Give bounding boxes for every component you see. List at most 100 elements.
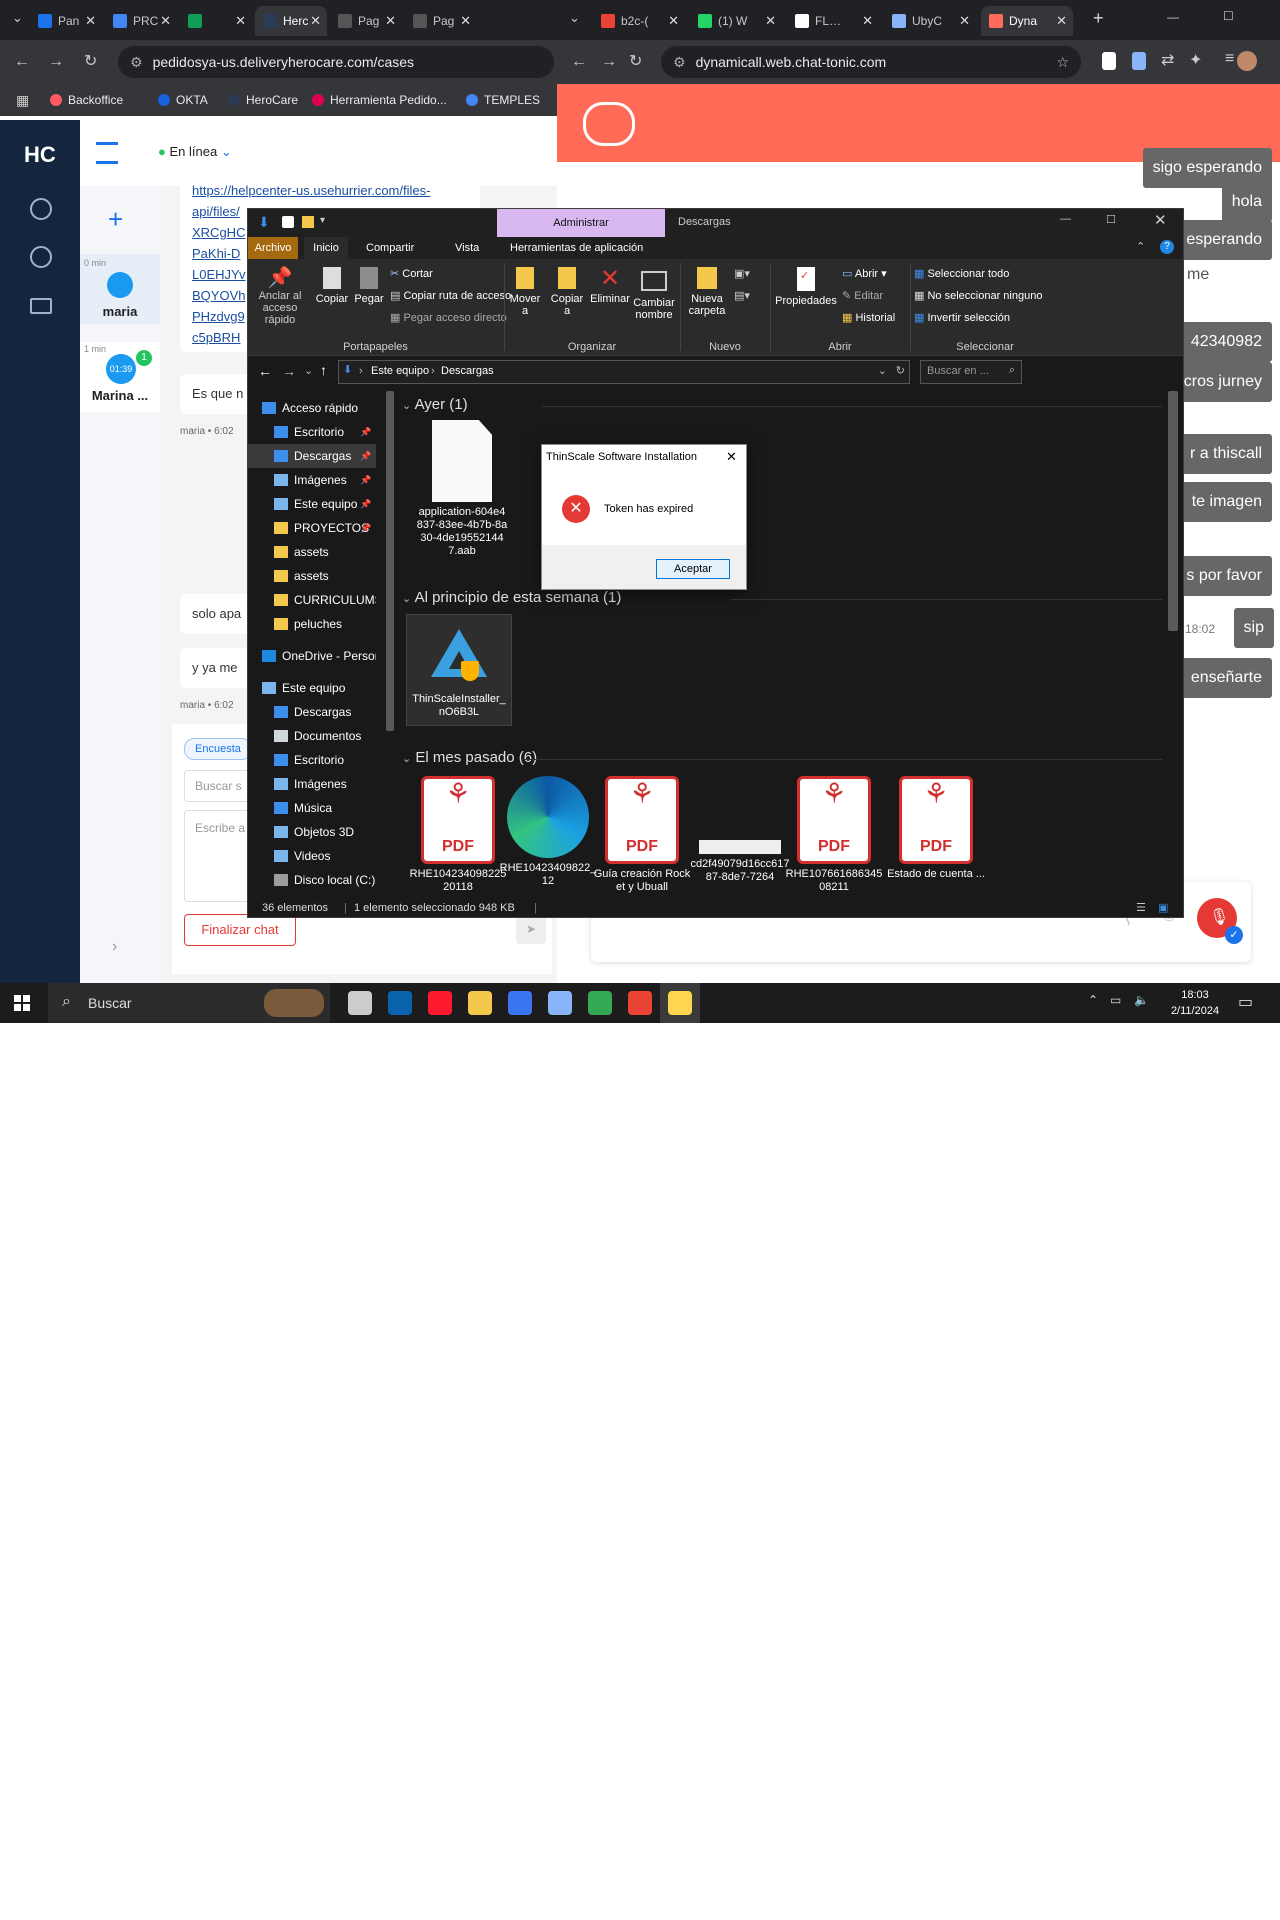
close-tab-icon[interactable]: ✕ — [310, 6, 321, 36]
taskbar-app-opera[interactable] — [420, 983, 460, 1023]
bookmark-item[interactable]: OKTA — [158, 84, 208, 116]
agent-status[interactable]: ● En línea ⌄ — [158, 144, 232, 160]
tab-inicio[interactable]: Inicio — [304, 237, 348, 259]
browser-tab[interactable]: (1) W ✕ — [690, 6, 782, 36]
site-info-icon[interactable]: ⚙ — [130, 54, 143, 70]
taskbar-app-thinscale[interactable] — [660, 983, 700, 1023]
explorer-address-bar[interactable]: ⬇ › Este equipo › Descargas ⌄ ↻ — [338, 360, 910, 384]
chevron-down-icon[interactable]: ⌄ — [878, 364, 887, 377]
explorer-search-box[interactable]: Buscar en ... ⌕ — [920, 360, 1022, 384]
taskbar-app-notepad[interactable] — [540, 983, 580, 1023]
group-header-this-week[interactable]: ⌄ Al principio de esta semana (1) — [402, 589, 621, 606]
nav-item[interactable]: CURRICULUMS — [248, 588, 376, 612]
expand-chevron-icon[interactable]: › — [112, 938, 117, 956]
taskbar-app-chrome-2[interactable] — [620, 983, 660, 1023]
file-item[interactable]: ⚘ PDF RHE10423409822520118 — [406, 776, 510, 896]
nav-item[interactable]: Escritorio — [248, 748, 376, 772]
file-item[interactable]: cd2f49079d16cc61787-8de7-7264 — [688, 776, 792, 896]
move-to-button[interactable]: Mover a — [508, 265, 542, 317]
breadcrumb-este-equipo[interactable]: Este equipo — [371, 365, 429, 377]
content-scrollbar[interactable] — [1168, 391, 1178, 631]
nav-item[interactable]: Videos — [248, 844, 376, 868]
new-item-icon[interactable]: ▣▾ — [734, 267, 750, 280]
select-all-button[interactable]: ▦ Seleccionar todo — [914, 267, 1009, 280]
send-icon[interactable]: ➤ — [516, 914, 546, 944]
back-button[interactable]: ← — [571, 40, 587, 84]
close-tab-icon[interactable]: ✕ — [862, 6, 873, 36]
back-button[interactable]: ← — [14, 40, 30, 84]
browser-tab[interactable]: Pag ✕ — [405, 6, 477, 36]
manage-context-tab[interactable]: Administrar — [497, 209, 665, 237]
nav-item[interactable]: Imágenes 📌 — [248, 468, 376, 492]
taskbar-app-file-explorer[interactable] — [460, 983, 500, 1023]
taskbar-clock[interactable]: 18:03 2/11/2024 — [1160, 987, 1230, 1019]
copy-path-button[interactable]: ▤ Copiar ruta de acceso — [390, 289, 511, 302]
tab-vista[interactable]: Vista — [455, 237, 479, 259]
bookmark-item[interactable]: Herramienta Pedido... — [312, 84, 447, 116]
link-line[interactable]: https://helpcenter-us.usehurrier.com/fil… — [192, 180, 468, 201]
up-button[interactable]: ↑ — [320, 362, 327, 378]
reload-button[interactable]: ↻ — [84, 40, 97, 84]
tab-compartir[interactable]: Compartir — [366, 237, 414, 259]
tab-search-button[interactable]: ⌄ — [12, 10, 23, 26]
conversation-item-marina[interactable]: 1 min 01:39 1 Marina ... — [80, 342, 160, 412]
bookmark-item[interactable]: Backoffice — [50, 84, 123, 116]
close-tab-icon[interactable]: ✕ — [85, 6, 96, 36]
media-icon[interactable]: ≡ — [1225, 50, 1234, 68]
close-tab-icon[interactable]: ✕ — [959, 6, 970, 36]
copy-button[interactable]: Copiar — [312, 265, 352, 305]
close-tab-icon[interactable]: ✕ — [668, 6, 679, 36]
windows-start-icon[interactable] — [14, 995, 30, 1011]
file-item-selected[interactable]: ThinScaleInstaller_nO6B3L — [406, 614, 512, 726]
file-item[interactable]: application-604e4837-83ee-4b7b-8a30-4de1… — [410, 420, 514, 558]
new-folder-button[interactable]: Nueva carpeta — [684, 265, 730, 317]
close-tab-icon[interactable]: ✕ — [460, 6, 471, 36]
folder-icon[interactable] — [30, 298, 52, 314]
nav-item[interactable]: Música — [248, 796, 376, 820]
minimize-icon[interactable]: — — [1060, 213, 1071, 225]
cut-button[interactable]: ✂ Cortar — [390, 267, 433, 280]
copy-to-button[interactable]: Copiar a — [548, 265, 586, 317]
browser-tab[interactable]: Pan ✕ — [30, 6, 102, 36]
paste-button[interactable]: Pegar — [352, 265, 386, 305]
file-item[interactable]: RHE10423409822_12 — [496, 776, 600, 896]
tab-search-button[interactable]: ⌄ — [569, 10, 580, 26]
edit-button[interactable]: ✎ Editar — [842, 289, 883, 302]
easy-access-icon[interactable]: ▤▾ — [734, 289, 750, 302]
group-header-last-month[interactable]: ⌄ El mes pasado (6) — [402, 749, 537, 766]
quick-access-dropdown-icon[interactable]: ▾ — [320, 215, 325, 226]
browser-tab[interactable]: Dyna ✕ — [981, 6, 1073, 36]
file-item[interactable]: ⚘ PDF RHE10766168634508211 — [782, 776, 886, 896]
close-tab-icon[interactable]: ✕ — [1056, 6, 1067, 36]
taskbar-search-box[interactable]: ⌕ Buscar — [48, 983, 330, 1023]
rename-button[interactable]: Cambiar nombre — [632, 265, 676, 321]
collapse-ribbon-icon[interactable]: ⌃ — [1136, 240, 1145, 253]
forward-button[interactable]: → — [48, 40, 64, 84]
nav-item[interactable]: Descargas — [248, 700, 376, 724]
nav-item[interactable]: assets — [248, 540, 376, 564]
nav-item[interactable]: PROYECTOS 📌 — [248, 516, 376, 540]
close-tab-icon[interactable]: ✕ — [385, 6, 396, 36]
add-conversation-button[interactable]: + — [108, 204, 123, 235]
help-icon[interactable]: ? — [1160, 240, 1174, 254]
browser-tab[interactable]: Pag ✕ — [330, 6, 402, 36]
bookmark-star-icon[interactable]: ☆ — [1056, 46, 1069, 78]
open-button[interactable]: ▭ Abrir ▾ — [842, 267, 887, 280]
chat-icon[interactable] — [30, 246, 52, 268]
nav-item[interactable]: Documentos — [248, 724, 376, 748]
reload-button[interactable]: ↻ — [629, 40, 642, 84]
close-tab-icon[interactable]: ✕ — [235, 6, 246, 36]
taskbar-app-chrome[interactable] — [580, 983, 620, 1023]
extension-icon[interactable] — [1102, 52, 1116, 70]
translate-icon[interactable]: ⇄ — [1161, 50, 1174, 70]
dashboard-icon[interactable] — [30, 198, 52, 220]
taskbar-app-outlook[interactable] — [380, 983, 420, 1023]
properties-button[interactable]: ✓ Propiedades — [774, 265, 838, 307]
back-button[interactable]: ← — [258, 363, 272, 379]
browser-tab[interactable]: ✕ — [180, 6, 252, 36]
volume-icon[interactable]: 🔈 — [1134, 993, 1149, 1007]
browser-tab[interactable]: PRC ✕ — [105, 6, 177, 36]
end-chat-button[interactable]: Finalizar chat — [184, 914, 296, 946]
nav-item[interactable]: Disco local (C:) — [248, 868, 376, 892]
apps-grid-icon[interactable]: ▦ — [16, 84, 29, 116]
